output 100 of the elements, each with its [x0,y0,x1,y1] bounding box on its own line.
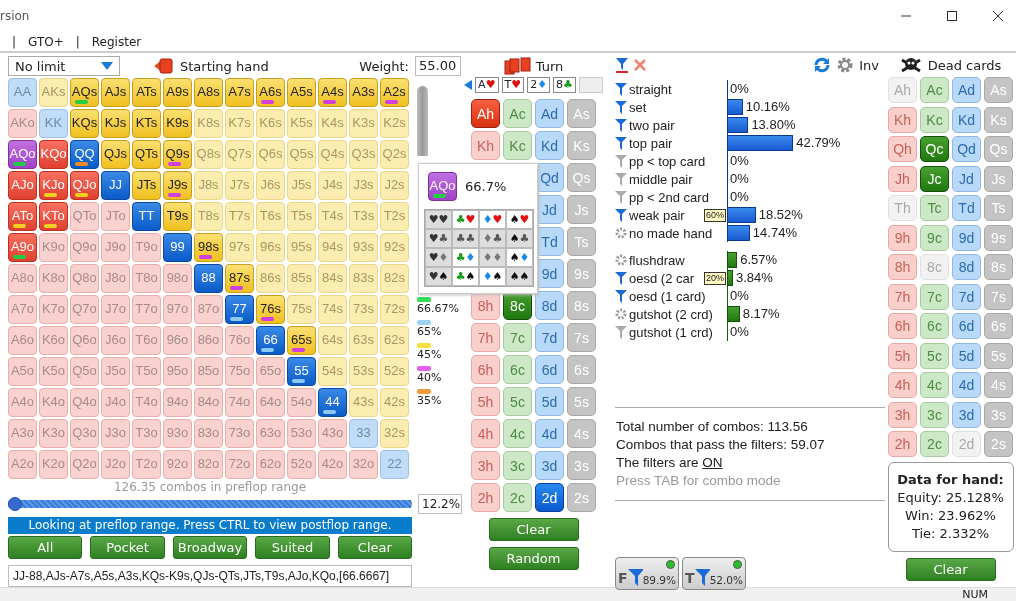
card-button[interactable]: 5c [920,342,949,369]
card-button[interactable]: Ac [920,77,949,103]
hand-cell[interactable]: 54s [318,357,347,386]
card-button[interactable]: Kc [920,106,949,133]
card-button[interactable]: Qs [984,136,1013,162]
hand-cell[interactable]: K9o [39,233,68,262]
card-button[interactable]: 9s [984,224,1013,251]
hand-cell[interactable]: AA [8,78,37,107]
hand-cell[interactable]: A5o [8,357,37,386]
combo-cell[interactable]: ♣♠ [452,267,479,286]
hand-cell[interactable]: 76o [225,326,254,355]
hand-cell[interactable]: 73s [349,295,378,324]
hand-cell[interactable]: Q9o [70,233,99,262]
hand-cell[interactable]: Q9s [163,140,192,169]
card-button[interactable]: Kc [503,131,532,160]
card-button[interactable]: As [567,99,596,128]
refresh-icon[interactable] [813,56,832,74]
card-button[interactable]: 2h [471,483,500,512]
hand-cell[interactable]: T2o [132,450,161,479]
hand-cell[interactable]: Q7s [225,140,254,169]
filter-toggle-button[interactable]: T 52.0% [682,557,746,590]
card-button[interactable]: Kd [535,131,564,160]
combo-cell[interactable]: ♦♣ [479,229,506,248]
range-button[interactable]: All [8,536,83,559]
hand-cell[interactable]: 64o [256,388,285,417]
card-button[interactable]: 5s [984,342,1013,369]
hand-cell[interactable]: KJs [101,109,130,138]
hand-cell[interactable]: 84s [318,264,347,293]
filter-icon[interactable] [615,271,627,285]
hand-cell[interactable]: QQ [70,140,99,169]
hand-cell[interactable]: 95o [163,357,192,386]
hand-cell[interactable]: 94s [318,233,347,262]
hand-cell[interactable]: A3o [8,419,37,448]
hand-cell[interactable]: JTs [132,171,161,200]
card-button[interactable]: 8s [567,291,596,320]
hand-cell[interactable]: KJo [39,171,68,200]
card-button[interactable]: 8s [984,254,1013,280]
hand-cell[interactable]: A4o [8,388,37,417]
hand-cell[interactable]: 76s [256,295,285,324]
hand-cell[interactable]: AJo [8,171,37,200]
card-button[interactable]: 3d [952,401,981,428]
hand-cell[interactable]: K3o [39,419,68,448]
slider-thumb[interactable] [8,497,22,511]
hand-cell[interactable]: Q4s [318,140,347,169]
hand-cell[interactable]: Q2s [380,140,409,169]
hand-cell[interactable]: 65s [287,326,316,355]
hand-cell[interactable]: KQs [70,109,99,138]
card-button[interactable]: 9h [888,224,917,251]
hand-cell[interactable]: ATs [132,78,161,107]
range-button[interactable]: Clear [337,536,413,559]
hand-cell[interactable]: KK [39,109,68,138]
card-button[interactable]: 5d [535,387,564,416]
hand-cell[interactable]: 95s [287,233,316,262]
hand-cell[interactable]: 52s [380,357,409,386]
hand-cell[interactable]: 75o [225,357,254,386]
card-button[interactable]: 4d [952,372,981,398]
hand-cell[interactable]: 33 [349,419,378,448]
card-button[interactable]: 6s [567,355,596,384]
hand-cell[interactable]: 86s [256,264,285,293]
hand-cell[interactable]: K4o [39,388,68,417]
hand-cell[interactable]: KTs [132,109,161,138]
hand-cell[interactable]: K4s [318,109,347,138]
hand-cell[interactable]: 85o [194,357,223,386]
hand-cell[interactable]: 43s [349,388,378,417]
card-button[interactable]: Kd [952,106,981,133]
filter-icon[interactable] [615,136,627,150]
combo-cell[interactable]: ♥♥ [425,210,452,229]
filter-icon[interactable] [615,100,627,114]
hand-cell[interactable]: A6o [8,326,37,355]
inv-label[interactable]: Inv [859,57,879,73]
maximize-icon[interactable] [946,10,958,22]
hand-cell[interactable]: T6o [132,326,161,355]
back-arrow-icon[interactable] [464,80,473,90]
combo-cell[interactable]: ♣♦ [452,248,479,267]
hand-cell[interactable]: T7o [132,295,161,324]
hand-cell[interactable]: J8s [194,171,223,200]
card-button[interactable]: Kh [471,131,500,160]
range-button[interactable]: Suited [255,536,330,559]
hand-cell[interactable]: J3o [101,419,130,448]
hand-cell[interactable]: T5s [287,202,316,231]
hand-cell[interactable]: 77 [225,295,254,324]
hand-cell[interactable]: J6o [101,326,130,355]
hand-cell[interactable]: 42s [380,388,409,417]
hand-cell[interactable]: J6s [256,171,285,200]
hand-cell[interactable]: J8o [101,264,130,293]
combo-cell[interactable]: ♥♦ [425,248,452,267]
hand-cell[interactable]: 72s [380,295,409,324]
card-button[interactable]: 7h [888,283,917,310]
combo-cell[interactable]: ♦♠ [479,267,506,286]
hand-cell[interactable]: AQo [8,140,37,169]
hand-cell[interactable]: K9s [163,109,192,138]
combo-cell[interactable]: ♠♥ [506,210,533,229]
range-button[interactable]: Pocket [90,536,165,559]
hand-cell[interactable]: 53o [287,419,316,448]
hand-cell[interactable]: T4s [318,202,347,231]
card-button[interactable]: Ac [503,99,532,128]
combo-cell[interactable]: ♦♥ [479,210,506,229]
hand-cell[interactable]: J4s [318,171,347,200]
card-button[interactable]: 2c [503,483,532,512]
card-button[interactable]: Js [567,195,596,224]
